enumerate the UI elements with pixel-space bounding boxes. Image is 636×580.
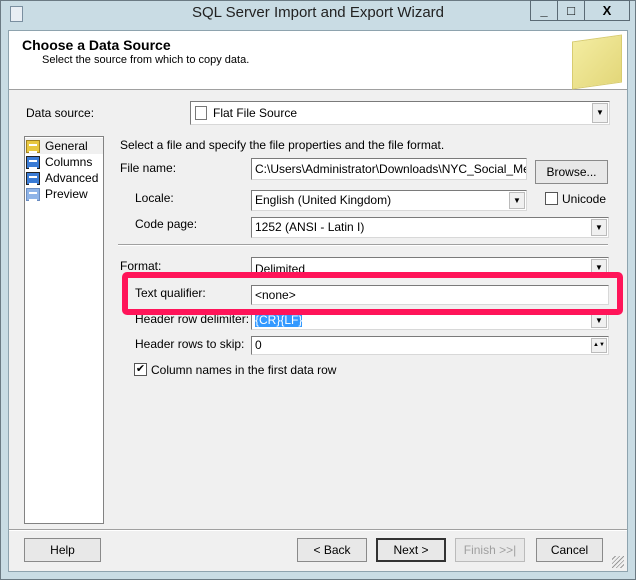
page-subtitle: Select the source from which to copy dat… — [42, 54, 250, 66]
chevron-down-icon[interactable]: ▼ — [592, 103, 608, 123]
next-button[interactable]: Next > — [376, 538, 446, 562]
nav-item-columns[interactable]: Columns — [25, 154, 103, 170]
page-nav-list: General Columns Advanced Preview — [24, 136, 104, 524]
page-title: Choose a Data Source — [22, 37, 171, 53]
nav-label: Columns — [45, 155, 93, 169]
nav-label: Advanced — [45, 171, 99, 185]
code-page-label: Code page: — [135, 217, 198, 231]
locale-value: English (United Kingdom) — [255, 193, 392, 207]
data-source-label: Data source: — [26, 106, 95, 120]
footer-divider — [9, 529, 627, 531]
nav-item-general[interactable]: General — [25, 138, 103, 154]
wizard-graphic-icon — [572, 34, 622, 90]
chevron-down-icon[interactable]: ▼ — [591, 313, 607, 328]
browse-button[interactable]: Browse... — [535, 160, 608, 184]
code-page-select[interactable]: 1252 (ANSI - Latin I) ▼ — [251, 217, 609, 238]
divider — [118, 244, 608, 246]
header-row-delimiter-value: {CR}{LF} — [255, 313, 303, 327]
flat-file-icon — [195, 106, 207, 120]
locale-select[interactable]: English (United Kingdom) ▼ — [251, 190, 527, 211]
text-qualifier-label: Text qualifier: — [135, 286, 206, 300]
general-icon — [26, 139, 40, 153]
column-names-checkbox[interactable]: ✔ — [134, 363, 147, 376]
file-name-input[interactable]: C:\Users\Administrator\Downloads\NYC_Soc… — [251, 158, 527, 180]
nav-item-preview[interactable]: Preview — [25, 186, 103, 202]
chevron-down-icon[interactable]: ▼ — [509, 192, 525, 209]
instruction-text: Select a file and specify the file prope… — [120, 138, 445, 152]
header-rows-skip-spinner[interactable]: 0 ▲▼ — [251, 336, 609, 355]
unicode-label: Unicode — [562, 192, 607, 206]
maximize-button[interactable]: □ — [557, 0, 585, 21]
help-button[interactable]: Help — [24, 538, 101, 562]
column-names-label: Column names in the first data row — [151, 363, 337, 377]
data-source-value: Flat File Source — [213, 106, 298, 120]
file-name-label: File name: — [120, 161, 177, 175]
finish-button[interactable]: Finish >>| — [455, 538, 525, 562]
unicode-checkbox[interactable] — [545, 192, 558, 205]
data-source-select[interactable]: Flat File Source ▼ — [190, 101, 610, 125]
format-label: Format: — [120, 259, 162, 273]
close-button[interactable]: X — [584, 0, 630, 21]
preview-icon — [26, 187, 40, 201]
header-rows-skip-value: 0 — [255, 338, 262, 352]
cancel-button[interactable]: Cancel — [536, 538, 603, 562]
nav-item-advanced[interactable]: Advanced — [25, 170, 103, 186]
spinner-arrows-icon[interactable]: ▲▼ — [591, 338, 607, 353]
header-rows-skip-label: Header rows to skip: — [135, 337, 245, 351]
nav-label: Preview — [45, 187, 88, 201]
columns-icon — [26, 155, 40, 169]
locale-label: Locale: — [135, 191, 174, 205]
resize-grip-icon[interactable] — [612, 556, 624, 568]
chevron-down-icon[interactable]: ▼ — [591, 219, 607, 236]
advanced-icon — [26, 171, 40, 185]
text-qualifier-input[interactable]: <none> — [251, 285, 609, 305]
code-page-value: 1252 (ANSI - Latin I) — [255, 220, 365, 234]
nav-label: General — [45, 139, 88, 153]
minimize-button[interactable]: _ — [530, 0, 558, 21]
back-button[interactable]: < Back — [297, 538, 367, 562]
